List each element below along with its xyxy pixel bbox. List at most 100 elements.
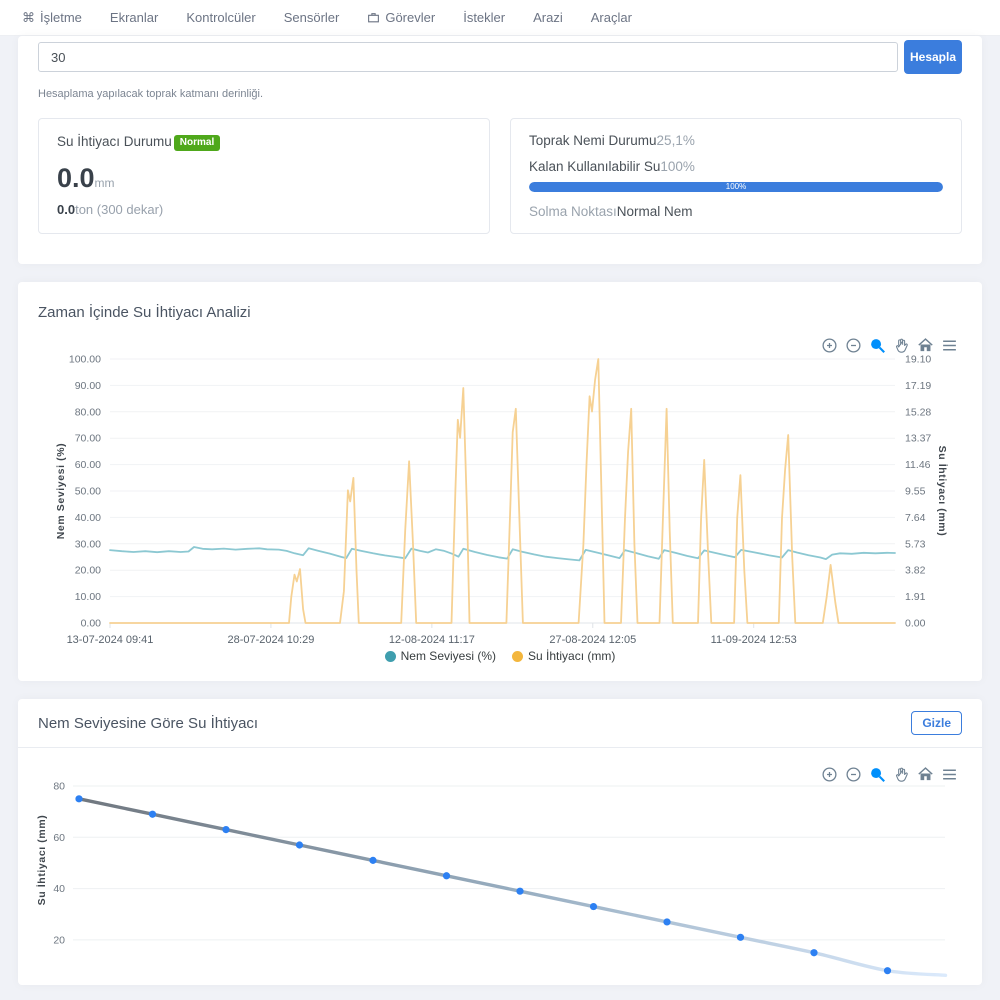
status-badge: Normal (174, 135, 220, 151)
svg-text:9.55: 9.55 (905, 486, 926, 498)
data-point-1[interactable] (149, 811, 156, 818)
moisture-value: 25,1% (657, 133, 695, 148)
water-need-unit: mm (95, 176, 115, 190)
nav-label: Ekranlar (110, 10, 158, 25)
zoom-out-icon[interactable] (845, 766, 862, 783)
command-icon: ⌘ (22, 10, 35, 26)
svg-text:28-07-2024 10:29: 28-07-2024 10:29 (227, 634, 314, 646)
zoom-in-icon[interactable] (821, 337, 838, 354)
time-analysis-card: Zaman İçinde Su İhtiyacı Analizi 100.00 1… (18, 282, 982, 681)
wilting-point-label: Solma Noktası (529, 204, 617, 219)
water-mass-value: 0.0 (57, 202, 75, 217)
svg-text:20.00: 20.00 (75, 565, 101, 577)
legend-dot-su (512, 651, 523, 662)
nav-label: Sensörler (284, 10, 340, 25)
available-water-value: 100% (660, 159, 695, 174)
svg-text:27-08-2024 12:05: 27-08-2024 12:05 (549, 634, 636, 646)
data-point-4[interactable] (369, 857, 376, 864)
briefcase-icon (367, 11, 380, 24)
time-analysis-chart[interactable]: 100.0019.1090.0017.1980.0015.2870.0013.3… (18, 329, 982, 649)
data-point-5[interactable] (443, 872, 450, 879)
home-icon[interactable] (917, 337, 934, 354)
legend-label-nem: Nem Seviyesi (%) (401, 649, 496, 663)
legend-item-su[interactable]: Su İhtiyacı (mm) (512, 649, 615, 663)
water-mass-unit: ton (300 dekar) (75, 202, 163, 217)
zoom-in-icon[interactable] (821, 766, 838, 783)
svg-text:15.28: 15.28 (905, 406, 931, 418)
calculate-button[interactable]: Hesapla (904, 40, 962, 74)
depth-input[interactable] (38, 42, 898, 72)
legend-item-nem[interactable]: Nem Seviyesi (%) (385, 649, 496, 663)
nav-item-ekranlar[interactable]: Ekranlar (110, 10, 158, 25)
home-icon[interactable] (917, 766, 934, 783)
moisture-chart-title: Nem Seviyesine Göre Su İhtiyacı (38, 715, 258, 732)
svg-text:30.00: 30.00 (75, 538, 101, 550)
menu-icon[interactable] (941, 766, 958, 783)
moisture-water-chart[interactable]: 80604020Su İhtiyacı (mm) (18, 748, 982, 985)
data-point-6[interactable] (516, 888, 523, 895)
data-point-7[interactable] (590, 903, 597, 910)
menu-icon[interactable] (941, 337, 958, 354)
svg-text:60: 60 (53, 832, 65, 844)
svg-text:70.00: 70.00 (75, 433, 101, 445)
progress-text: 100% (529, 182, 943, 192)
pan-icon[interactable] (893, 337, 910, 354)
calculation-card: Hesapla Hesaplama yapılacak toprak katma… (18, 36, 982, 264)
series-line-0 (110, 547, 895, 560)
nav-label: Görevler (385, 10, 435, 25)
data-point-8[interactable] (663, 918, 670, 925)
svg-text:11-09-2024 12:53: 11-09-2024 12:53 (711, 634, 797, 646)
time-chart-title: Zaman İçinde Su İhtiyacı Analizi (38, 304, 251, 321)
hide-button[interactable]: Gizle (911, 711, 962, 735)
svg-text:0.00: 0.00 (905, 618, 926, 630)
data-point-10[interactable] (810, 949, 817, 956)
selection-zoom-icon[interactable] (869, 337, 886, 354)
moisture-water-line (79, 799, 946, 975)
data-point-2[interactable] (222, 826, 229, 833)
nav-item-kontrolculer[interactable]: Kontrolcüler (186, 10, 255, 25)
top-navbar: ⌘ İşletme Ekranlar Kontrolcüler Sensörle… (0, 0, 1000, 36)
nav-label: İstekler (463, 10, 505, 25)
water-need-title: Su İhtiyacı Durumu (57, 134, 172, 149)
svg-text:40: 40 (53, 883, 65, 895)
svg-text:0.00: 0.00 (81, 618, 102, 630)
nav-item-sensorler[interactable]: Sensörler (284, 10, 340, 25)
svg-text:12-08-2024 11:17: 12-08-2024 11:17 (389, 634, 475, 646)
chart-legend: Nem Seviyesi (%) Su İhtiyacı (mm) (18, 649, 982, 663)
svg-text:17.19: 17.19 (905, 380, 931, 392)
selection-zoom-icon[interactable] (869, 766, 886, 783)
nav-item-araclar[interactable]: Araçlar (591, 10, 632, 25)
depth-helper-text: Hesaplama yapılacak toprak katmanı derin… (38, 88, 962, 100)
svg-text:80.00: 80.00 (75, 406, 101, 418)
wilting-point-value: Normal Nem (617, 204, 693, 219)
svg-text:11.46: 11.46 (905, 459, 931, 471)
svg-text:7.64: 7.64 (905, 512, 926, 524)
svg-text:50.00: 50.00 (75, 486, 101, 498)
legend-dot-nem (385, 651, 396, 662)
nav-label: İşletme (40, 10, 82, 25)
nav-item-arazi[interactable]: Arazi (533, 10, 563, 25)
time-chart-area: 100.0019.1090.0017.1980.0015.2870.0013.3… (18, 329, 982, 681)
zoom-out-icon[interactable] (845, 337, 862, 354)
chart-toolbar (821, 337, 958, 354)
svg-text:80: 80 (53, 781, 65, 793)
pan-icon[interactable] (893, 766, 910, 783)
data-point-11[interactable] (884, 967, 891, 974)
svg-text:100.00: 100.00 (69, 354, 101, 366)
svg-text:90.00: 90.00 (75, 380, 101, 392)
data-point-9[interactable] (737, 934, 744, 941)
nav-item-gorevler[interactable]: Görevler (367, 10, 435, 25)
data-point-3[interactable] (296, 841, 303, 848)
available-water-label: Kalan Kullanılabilir Su (529, 159, 660, 174)
svg-text:Su İhtiyacı (mm): Su İhtiyacı (mm) (35, 815, 48, 906)
soil-moisture-box: Toprak Nemi Durumu25,1% Kalan Kullanılab… (510, 118, 962, 234)
svg-text:10.00: 10.00 (75, 591, 101, 603)
water-need-value: 0.0 (57, 163, 95, 193)
data-point-0[interactable] (75, 795, 82, 802)
svg-text:60.00: 60.00 (75, 459, 101, 471)
nav-item-isletme[interactable]: ⌘ İşletme (22, 10, 82, 26)
legend-label-su: Su İhtiyacı (mm) (528, 649, 615, 663)
moisture-chart-card: Nem Seviyesine Göre Su İhtiyacı Gizle 80… (18, 699, 982, 985)
available-water-progressbar: 100% (529, 182, 943, 192)
nav-item-istekler[interactable]: İstekler (463, 10, 505, 25)
